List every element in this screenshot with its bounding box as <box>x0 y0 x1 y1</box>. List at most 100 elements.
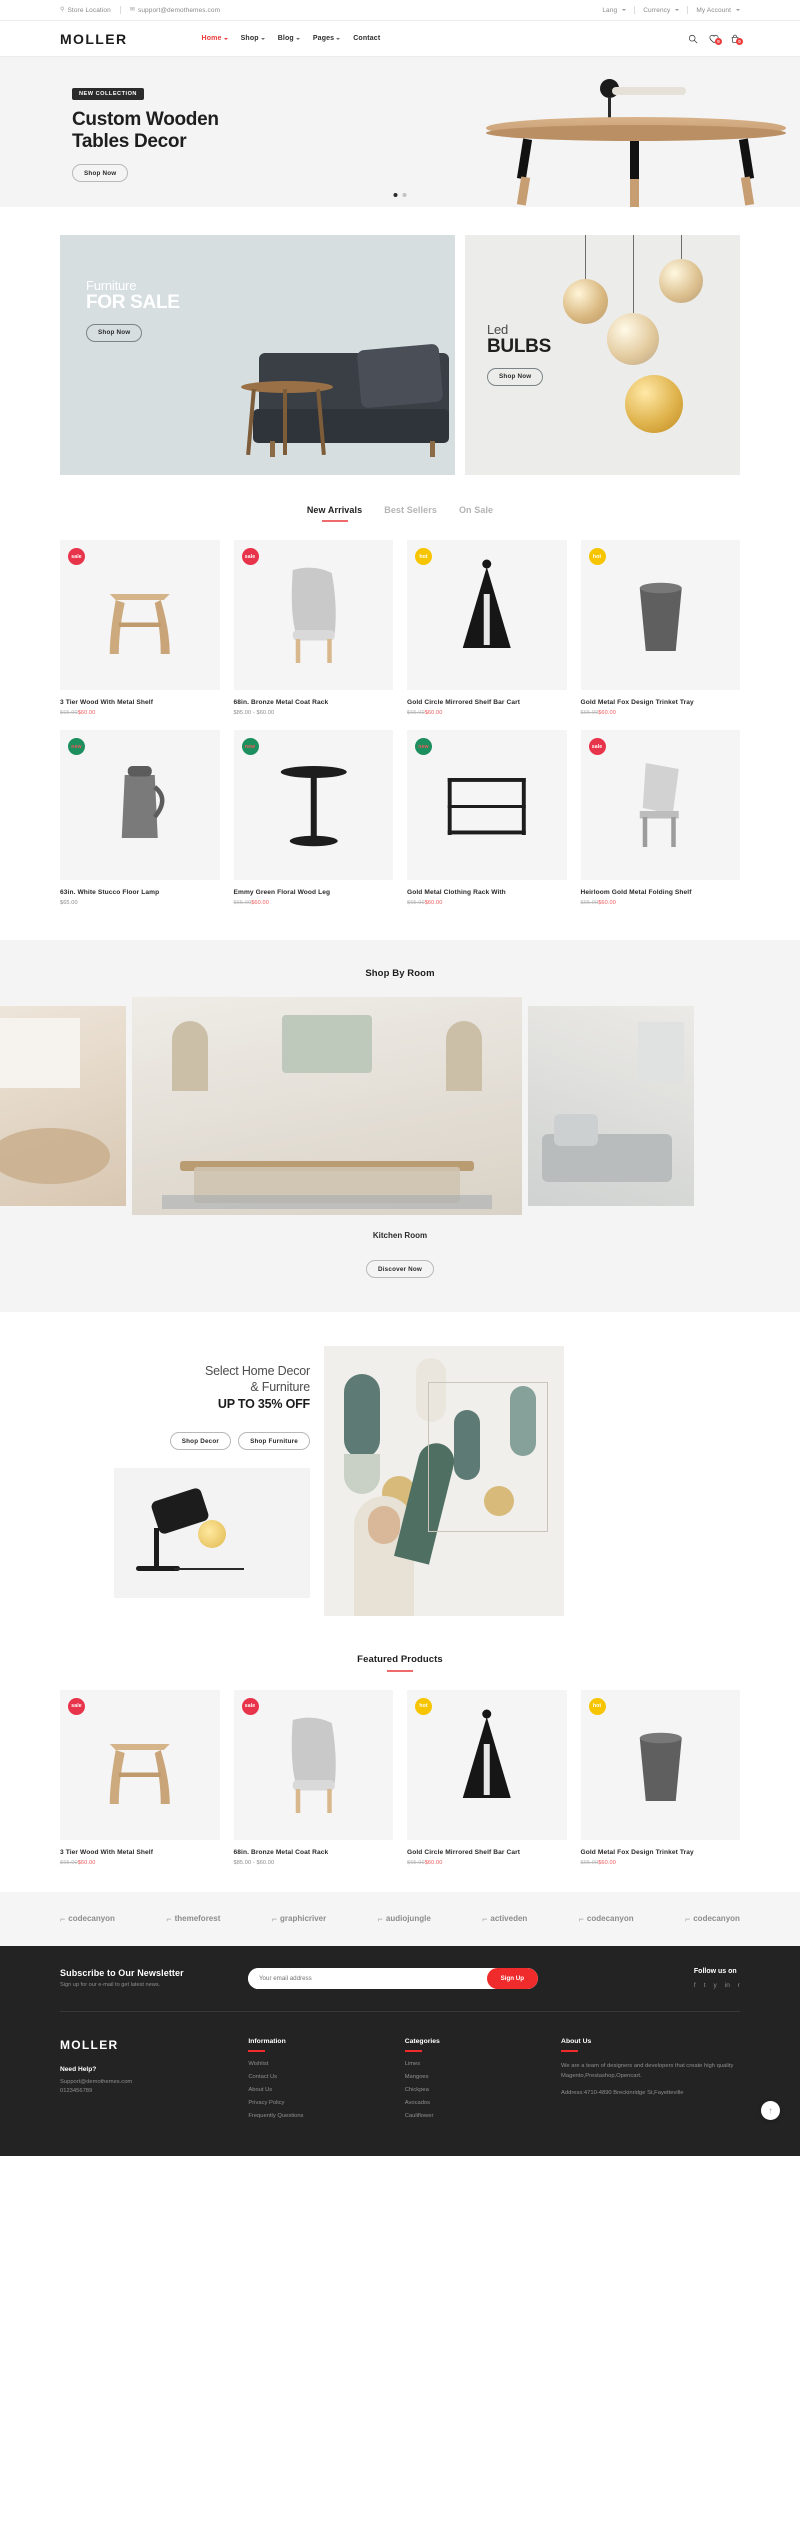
brand-logo[interactable]: ⌐ audiojungle <box>378 1914 431 1924</box>
product-card[interactable]: sale 3 Tier Wood With Metal Shelf $65.00… <box>60 540 220 716</box>
product-card[interactable]: sale 3 Tier Wood With Metal Shelf $65.00… <box>60 1689 220 1866</box>
footer-link[interactable]: Mangoes <box>405 2074 561 2080</box>
product-thumbnail[interactable]: sale <box>233 540 393 690</box>
newsletter-email-input[interactable] <box>248 1967 487 1989</box>
newsletter-signup-button[interactable]: Sign Up <box>486 1967 538 1989</box>
footer-link[interactable]: Cauliflower <box>405 2113 561 2119</box>
product-thumbnail[interactable]: hot <box>580 540 740 690</box>
product-name[interactable]: Gold Metal Fox Design Trinket Tray <box>581 1849 741 1856</box>
footer-link[interactable]: Wishlist <box>248 2061 404 2067</box>
product-card[interactable]: new 63in. White Stucco Floor Lamp $65.00 <box>60 730 220 906</box>
price: $65.00 <box>60 900 78 906</box>
footer-link[interactable]: Limes <box>405 2061 561 2067</box>
promo-right-shop-now-button[interactable]: Shop Now <box>487 367 544 386</box>
currency-selector[interactable]: Currency <box>635 7 687 14</box>
tab-new-arrivals[interactable]: New Arrivals <box>307 505 362 522</box>
decor-large-image[interactable] <box>324 1346 564 1616</box>
product-name[interactable]: 68in. Bronze Metal Coat Rack <box>234 699 394 706</box>
footer-phone[interactable]: 0123456789 <box>60 2087 248 2097</box>
footer-link[interactable]: About Us <box>248 2087 404 2093</box>
product-thumbnail[interactable]: sale <box>580 730 740 880</box>
footer-link[interactable]: Frequently Questions <box>248 2113 404 2119</box>
product-card[interactable]: hot Gold Metal Fox Design Trinket Tray $… <box>580 1689 741 1866</box>
shop-decor-button[interactable]: Shop Decor <box>169 1432 232 1451</box>
product-name[interactable]: Emmy Green Floral Wood Leg <box>234 889 394 896</box>
support-email-link[interactable]: ✉ support@demothemes.com <box>121 7 229 14</box>
rss-icon[interactable]: r <box>738 1982 740 1989</box>
brand-logo[interactable]: ⌐ graphicriver <box>272 1914 327 1924</box>
nav-item-contact[interactable]: Contact <box>353 35 380 42</box>
product-name[interactable]: 3 Tier Wood With Metal Shelf <box>60 699 220 706</box>
tab-on-sale[interactable]: On Sale <box>459 505 493 522</box>
product-name[interactable]: Gold Metal Fox Design Trinket Tray <box>581 699 741 706</box>
footer-link[interactable]: Avocados <box>405 2100 561 2106</box>
brand-logo[interactable]: ⌐ codecanyon <box>60 1914 115 1924</box>
product-name[interactable]: 63in. White Stucco Floor Lamp <box>60 889 220 896</box>
cart-icon[interactable]: 0 <box>729 33 743 45</box>
product-thumbnail[interactable]: sale <box>60 540 220 690</box>
twitter-icon[interactable]: t <box>704 1982 706 1989</box>
nav-item-home[interactable]: Home <box>202 35 228 42</box>
promo-banner-bulbs[interactable]: Led BULBS Shop Now <box>465 235 740 475</box>
product-name[interactable]: Gold Circle Mirrored Shelf Bar Cart <box>407 1849 567 1856</box>
tab-best-sellers[interactable]: Best Sellers <box>384 505 437 522</box>
product-thumbnail[interactable]: new <box>60 730 220 880</box>
product-thumbnail[interactable]: sale <box>233 1689 393 1840</box>
product-name[interactable]: Heirloom Gold Metal Folding Shelf <box>581 889 741 896</box>
search-icon[interactable] <box>687 33 698 44</box>
discover-now-button[interactable]: Discover Now <box>365 1260 435 1278</box>
wishlist-icon[interactable]: 0 <box>708 33 722 45</box>
product-card[interactable]: new Emmy Green Floral Wood Leg $65.00$60… <box>233 730 394 906</box>
product-card[interactable]: sale Heirloom Gold Metal Folding Shelf $… <box>580 730 741 906</box>
room-card-left[interactable] <box>0 1006 126 1206</box>
product-card[interactable]: hot Gold Circle Mirrored Shelf Bar Cart … <box>407 540 567 716</box>
nav-item-blog[interactable]: Blog <box>278 35 300 42</box>
product-thumbnail[interactable]: hot <box>580 1689 740 1840</box>
hero-shop-now-button[interactable]: Shop Now <box>72 164 129 183</box>
brand-logo[interactable]: ⌐ codecanyon <box>685 1914 740 1924</box>
back-to-top-button[interactable]: ↑ <box>761 2100 780 2120</box>
product-thumbnail[interactable]: new <box>233 730 393 880</box>
product-price: $65.00$60.00 <box>407 900 567 906</box>
product-thumbnail[interactable]: hot <box>407 540 567 690</box>
slider-dot-1[interactable] <box>393 193 398 197</box>
my-account-menu[interactable]: My Account <box>688 7 740 14</box>
footer-email[interactable]: Support@demothemes.com <box>60 2078 248 2088</box>
product-name[interactable]: Gold Metal Clothing Rack With <box>407 889 567 896</box>
linkedin-icon[interactable]: in <box>725 1982 730 1989</box>
youtube-icon[interactable]: y <box>714 1982 717 1989</box>
room-card-right[interactable] <box>528 1006 694 1206</box>
room-card-center[interactable] <box>132 997 522 1215</box>
footer-logo[interactable]: MOLLER <box>60 2038 248 2052</box>
footer-link[interactable]: Chickpea <box>405 2087 561 2093</box>
product-thumbnail[interactable]: hot <box>407 1689 567 1840</box>
promo-left-shop-now-button[interactable]: Shop Now <box>86 323 143 342</box>
brand-logo[interactable]: ⌐ codecanyon <box>579 1914 634 1924</box>
product-name[interactable]: 3 Tier Wood With Metal Shelf <box>60 1849 220 1856</box>
product-thumbnail[interactable]: new <box>407 730 567 880</box>
facebook-icon[interactable]: f <box>694 1982 696 1989</box>
store-location-link[interactable]: ⚲ Store Location <box>60 7 120 14</box>
brand-logo[interactable]: ⌐ activeden <box>482 1914 527 1924</box>
shop-furniture-button[interactable]: Shop Furniture <box>238 1432 310 1451</box>
language-selector[interactable]: Lang <box>594 7 634 14</box>
product-name[interactable]: 68in. Bronze Metal Coat Rack <box>234 1849 394 1856</box>
site-logo[interactable]: MOLLER <box>60 31 128 47</box>
product-thumbnail[interactable]: sale <box>60 1689 220 1840</box>
product-card[interactable]: sale 68in. Bronze Metal Coat Rack $85.00… <box>233 1689 394 1866</box>
product-card[interactable]: sale 68in. Bronze Metal Coat Rack $85.00… <box>233 540 394 716</box>
nav-item-shop[interactable]: Shop <box>241 35 265 42</box>
nav-item-pages[interactable]: Pages <box>313 35 341 42</box>
product-name[interactable]: Gold Circle Mirrored Shelf Bar Cart <box>407 699 567 706</box>
decor-small-image[interactable] <box>114 1468 310 1599</box>
promo-banner-furniture[interactable]: Furniture FOR SALE Shop Now <box>60 235 455 475</box>
product-card[interactable]: new Gold Metal Clothing Rack With $65.00… <box>407 730 567 906</box>
product-card[interactable]: hot Gold Circle Mirrored Shelf Bar Cart … <box>407 1689 567 1866</box>
brand-logo[interactable]: ⌐ themeforest <box>166 1914 220 1924</box>
footer-link[interactable]: Contact Us <box>248 2074 404 2080</box>
product-card[interactable]: hot Gold Metal Fox Design Trinket Tray $… <box>580 540 741 716</box>
slider-dot-2[interactable] <box>402 193 407 197</box>
footer-link[interactable]: Privacy Policy <box>248 2100 404 2106</box>
brand-mark-icon: ⌐ <box>166 1913 172 1924</box>
bulb-shape <box>563 279 608 324</box>
